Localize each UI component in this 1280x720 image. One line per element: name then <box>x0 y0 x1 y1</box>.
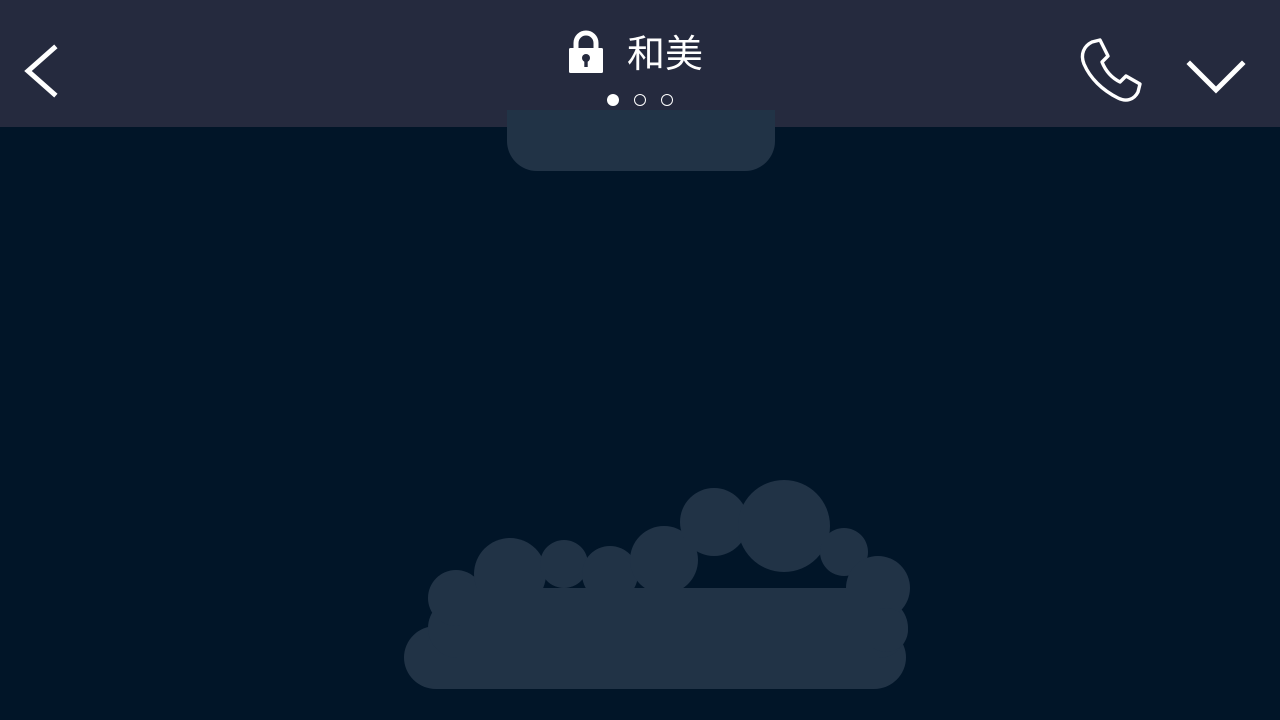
lock-icon <box>569 30 603 73</box>
chevron-left-icon <box>24 44 58 98</box>
chat-screen: 和美 <box>0 0 1280 720</box>
cloud-graphic <box>404 480 910 689</box>
collapse-button[interactable] <box>1182 50 1250 100</box>
chevron-down-icon <box>1186 60 1246 94</box>
chat-title-area[interactable]: 和美 <box>560 26 720 82</box>
back-button[interactable] <box>14 36 70 106</box>
phone-icon <box>1080 38 1142 102</box>
message-bubble[interactable] <box>507 110 775 171</box>
chat-header: 和美 <box>0 0 1280 127</box>
page-indicator <box>605 93 677 109</box>
page-dot-3 <box>661 94 673 106</box>
page-dot-2 <box>634 94 646 106</box>
call-button[interactable] <box>1076 36 1144 104</box>
chat-title: 和美 <box>627 32 704 76</box>
page-dot-1 <box>607 94 619 106</box>
